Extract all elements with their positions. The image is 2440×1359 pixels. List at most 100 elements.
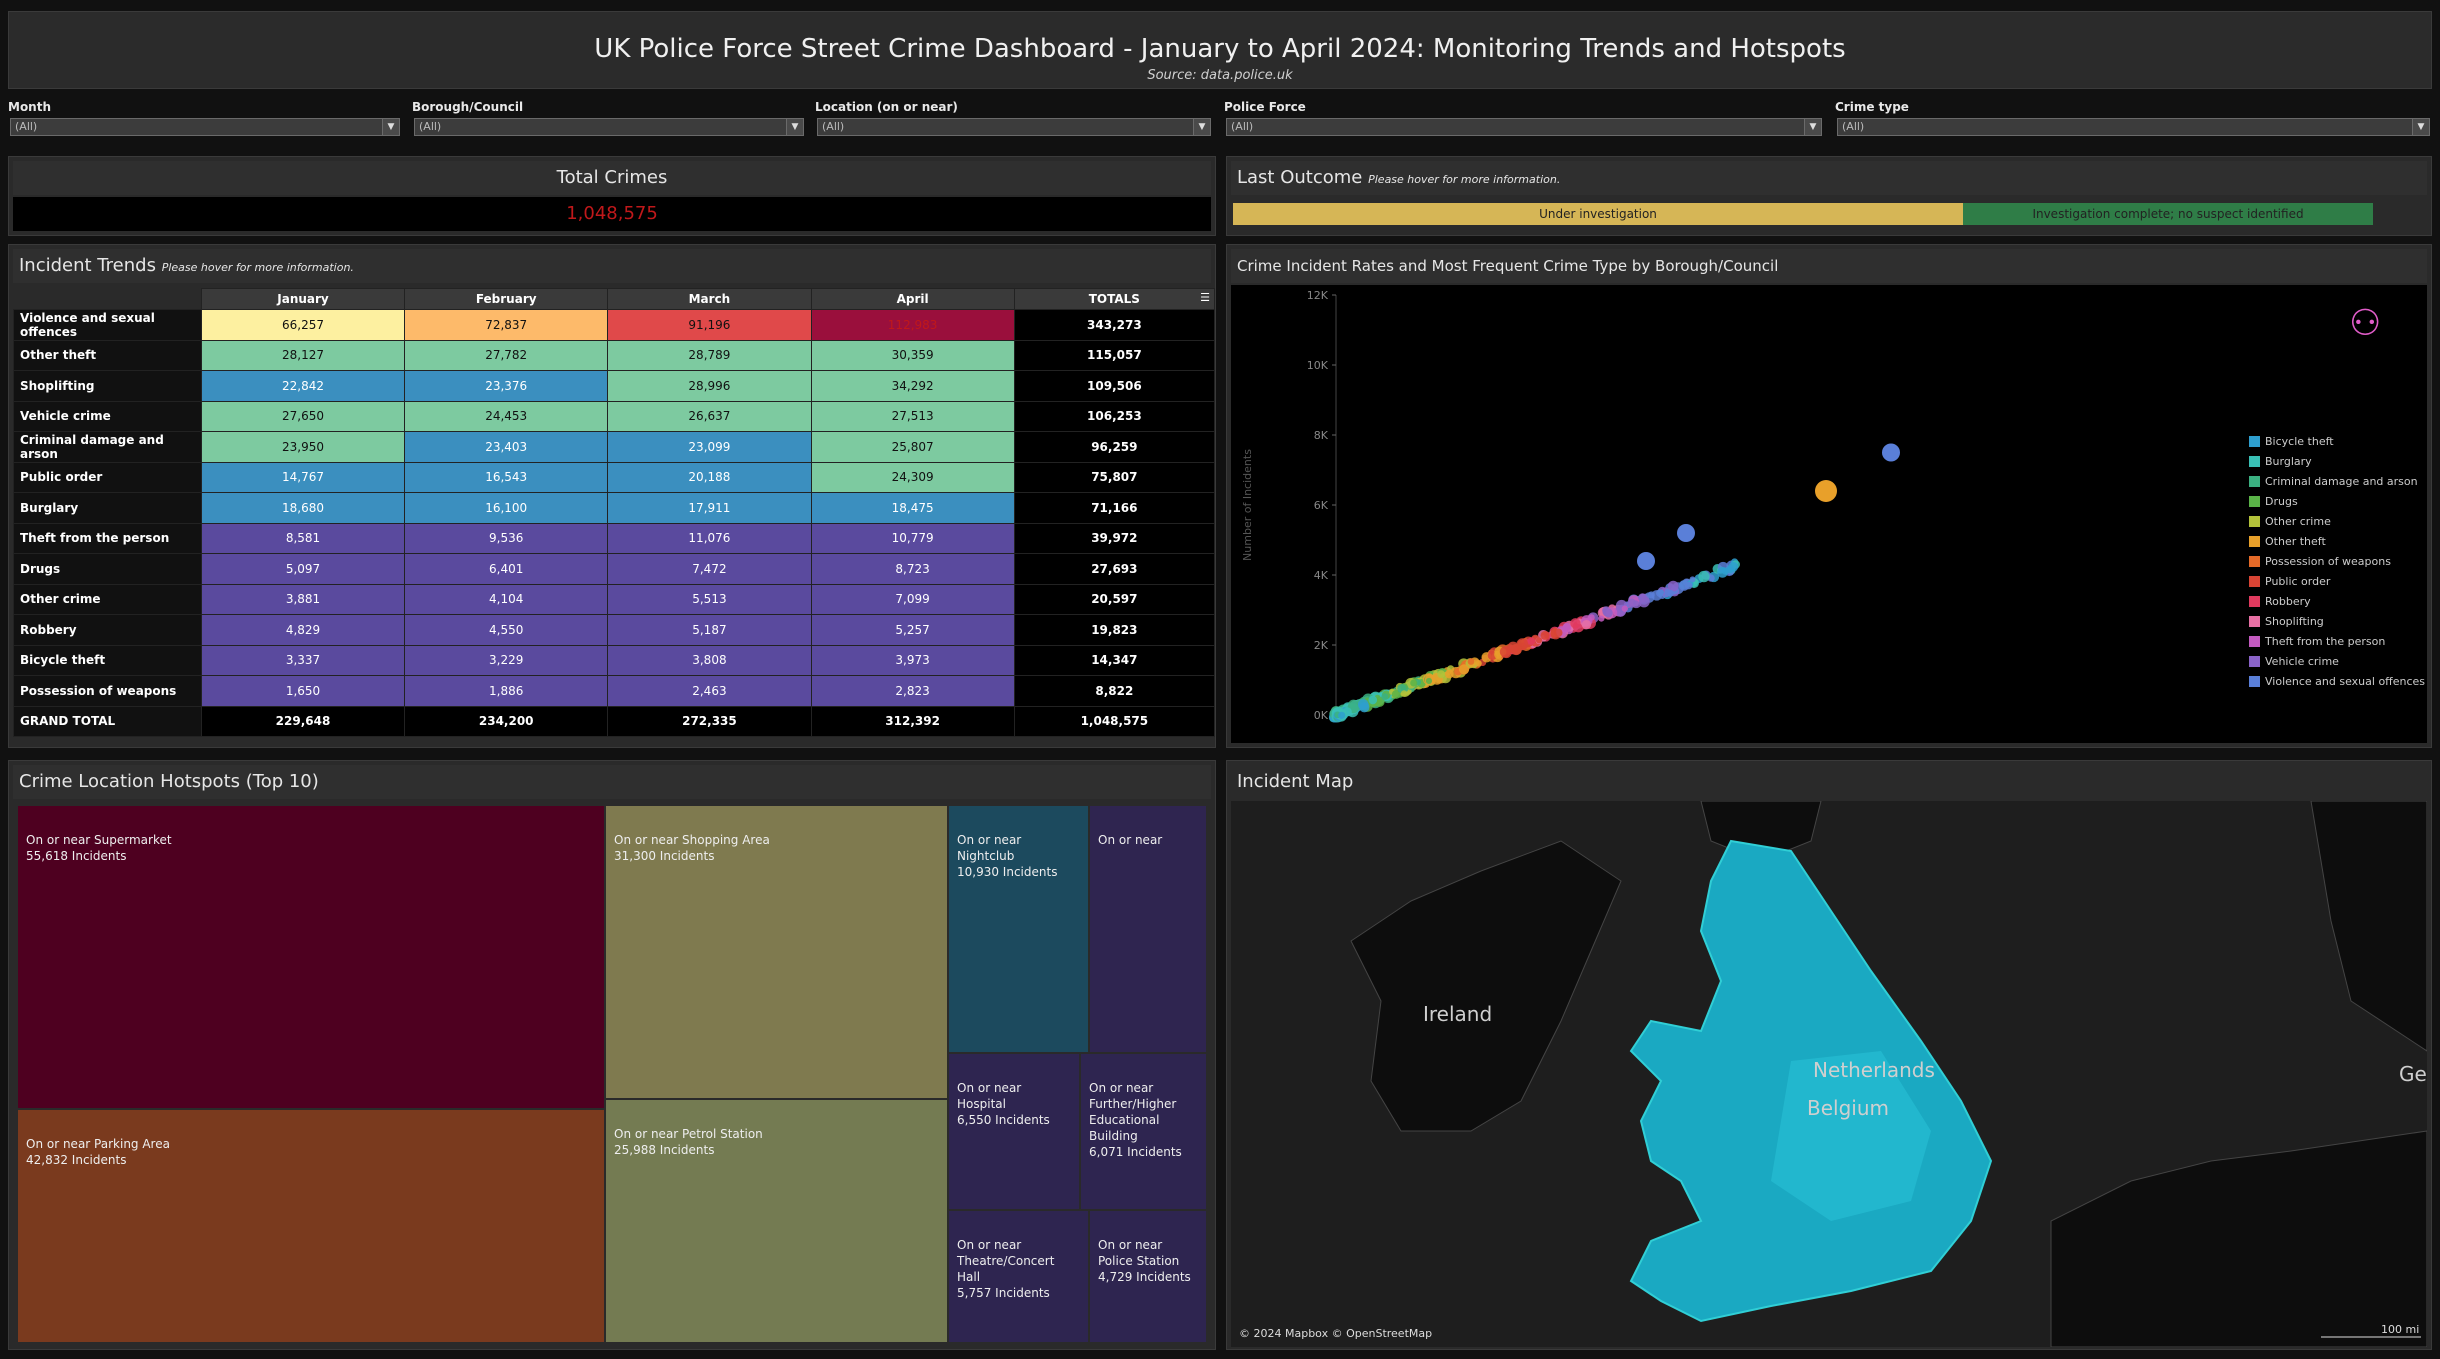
legend-swatch[interactable] bbox=[2249, 676, 2260, 687]
legend-swatch[interactable] bbox=[2249, 556, 2260, 567]
legend-item[interactable]: Vehicle crime bbox=[2265, 655, 2339, 668]
data-cell[interactable]: 4,104 bbox=[404, 583, 609, 615]
scatter-point[interactable] bbox=[1655, 589, 1664, 597]
data-cell[interactable]: 17,911 bbox=[607, 492, 812, 524]
scatter-point[interactable] bbox=[1467, 658, 1475, 665]
scatter-point[interactable] bbox=[1507, 641, 1519, 654]
data-cell[interactable]: 3,808 bbox=[607, 644, 812, 676]
legend-item[interactable]: Burglary bbox=[2265, 455, 2312, 468]
location-dropdown[interactable]: (All) ▼ bbox=[817, 118, 1211, 136]
scatter-point[interactable] bbox=[1553, 628, 1563, 638]
scatter-point[interactable] bbox=[1425, 677, 1433, 685]
legend-item[interactable]: Theft from the person bbox=[2264, 635, 2385, 648]
data-cell[interactable]: 8,581 bbox=[200, 522, 406, 554]
treemap-tile[interactable]: On or near Parking Area 42,832 Incidents bbox=[17, 1109, 605, 1343]
data-cell[interactable]: 27,650 bbox=[200, 400, 406, 432]
treemap-tile[interactable]: On or near Shopping Area 31,300 Incidents bbox=[605, 805, 948, 1099]
kpi-value[interactable]: 1,048,575 bbox=[13, 197, 1211, 231]
legend-item[interactable]: Other theft bbox=[2265, 535, 2326, 548]
treemap-tile[interactable]: On or near Police Station 4,729 Incidents bbox=[1089, 1210, 1207, 1343]
outcome-segment-complete[interactable]: Investigation complete; no suspect ident… bbox=[1963, 203, 2373, 225]
scatter-chart[interactable]: 0K 2K 4K 6K 8K 10K 12K Number of Incidents ⚇ Bicy… bbox=[1231, 285, 2427, 743]
data-cell[interactable]: 25,807 bbox=[810, 431, 1015, 463]
scatter-point[interactable] bbox=[1638, 593, 1648, 603]
scatter-point[interactable] bbox=[1667, 580, 1679, 592]
legend-swatch[interactable] bbox=[2249, 576, 2260, 587]
data-cell[interactable]: 5,097 bbox=[200, 553, 406, 585]
treemap-tile[interactable]: On or near Further/Higher Educational Bu… bbox=[1080, 1053, 1207, 1210]
col-header-april[interactable]: April bbox=[810, 288, 1015, 310]
scatter-point[interactable] bbox=[1338, 711, 1346, 719]
data-cell[interactable]: 16,100 bbox=[404, 492, 609, 524]
data-cell[interactable]: 28,789 bbox=[607, 339, 812, 371]
data-cell[interactable]: 18,680 bbox=[200, 492, 406, 524]
data-cell[interactable]: 2,463 bbox=[607, 675, 812, 707]
data-cell[interactable]: 24,453 bbox=[404, 400, 609, 432]
legend-swatch[interactable] bbox=[2249, 616, 2260, 627]
legend-item[interactable]: Shoplifting bbox=[2265, 615, 2324, 628]
chevron-down-icon[interactable]: ▼ bbox=[2412, 119, 2429, 135]
treemap-tile[interactable]: On or near Supermarket 55,618 Incidents bbox=[17, 805, 605, 1109]
legend-swatch[interactable] bbox=[2249, 496, 2260, 507]
police-force-dropdown[interactable]: (All) ▼ bbox=[1226, 118, 1822, 136]
scatter-point[interactable] bbox=[1598, 615, 1605, 622]
data-cell[interactable]: 7,472 bbox=[607, 553, 812, 585]
data-cell[interactable]: 9,536 bbox=[404, 522, 609, 554]
scatter-highlight-point[interactable] bbox=[1677, 524, 1695, 542]
data-cell[interactable]: 5,257 bbox=[810, 614, 1015, 646]
scatter-point[interactable] bbox=[1381, 693, 1389, 701]
data-cell[interactable]: 3,337 bbox=[200, 644, 406, 676]
scatter-point[interactable] bbox=[1357, 699, 1369, 710]
data-cell[interactable]: 66,257 bbox=[200, 309, 406, 341]
scatter-point[interactable] bbox=[1581, 620, 1592, 630]
scatter-highlight-point[interactable] bbox=[1637, 552, 1655, 570]
data-cell[interactable]: 10,779 bbox=[810, 522, 1015, 554]
data-cell[interactable]: 30,359 bbox=[810, 339, 1015, 371]
data-cell[interactable]: 11,076 bbox=[607, 522, 812, 554]
map-attribution[interactable]: © 2024 Mapbox © OpenStreetMap bbox=[1239, 1327, 1432, 1340]
data-cell[interactable]: 24,309 bbox=[810, 461, 1015, 493]
chevron-down-icon[interactable]: ▼ bbox=[382, 119, 399, 135]
scatter-point[interactable] bbox=[1689, 576, 1696, 583]
legend-item[interactable]: Violence and sexual offences bbox=[2265, 675, 2425, 688]
data-cell[interactable]: 23,403 bbox=[404, 431, 609, 463]
scatter-point[interactable] bbox=[1535, 637, 1543, 644]
scatter-point[interactable] bbox=[1400, 690, 1408, 697]
data-cell[interactable]: 23,099 bbox=[607, 431, 812, 463]
treemap-tile[interactable]: On or near Nightclub 10,930 Incidents bbox=[948, 805, 1089, 1053]
scatter-point[interactable] bbox=[1562, 623, 1572, 633]
data-cell[interactable]: 3,973 bbox=[810, 644, 1015, 676]
crime-type-dropdown[interactable]: (All) ▼ bbox=[1837, 118, 2430, 136]
treemap-tile[interactable]: On or near bbox=[1089, 805, 1207, 1053]
legend-swatch[interactable] bbox=[2249, 456, 2260, 467]
treemap-tile[interactable]: On or near Theatre/Concert Hall 5,757 Inc… bbox=[948, 1210, 1089, 1343]
data-cell[interactable]: 28,996 bbox=[607, 370, 812, 402]
data-cell[interactable]: 1,886 bbox=[404, 675, 609, 707]
data-cell[interactable]: 91,196 bbox=[607, 309, 812, 341]
data-cell[interactable]: 8,723 bbox=[810, 553, 1015, 585]
legend-item[interactable]: Other crime bbox=[2265, 515, 2331, 528]
scatter-point[interactable] bbox=[1540, 630, 1550, 640]
month-dropdown[interactable]: (All) ▼ bbox=[10, 118, 400, 136]
data-cell[interactable]: 26,637 bbox=[607, 400, 812, 432]
legend-swatch[interactable] bbox=[2249, 636, 2260, 647]
data-cell[interactable]: 4,829 bbox=[200, 614, 406, 646]
data-cell[interactable]: 1,650 bbox=[200, 675, 406, 707]
col-header-february[interactable]: February bbox=[404, 288, 609, 310]
legend-item[interactable]: Criminal damage and arson bbox=[2265, 475, 2418, 488]
sort-icon[interactable]: ☰ bbox=[1200, 291, 1210, 304]
legend-item[interactable]: Drugs bbox=[2265, 495, 2298, 508]
outcome-segment-under-investigation[interactable]: Under investigation bbox=[1233, 203, 1963, 225]
scatter-point[interactable] bbox=[1444, 669, 1454, 679]
scatter-point[interactable] bbox=[1721, 567, 1729, 575]
treemap-tile[interactable]: On or near Hospital 6,550 Incidents bbox=[948, 1053, 1080, 1210]
scatter-point[interactable] bbox=[1527, 637, 1536, 646]
data-cell[interactable]: 5,513 bbox=[607, 583, 812, 615]
legend-swatch[interactable] bbox=[2249, 596, 2260, 607]
data-cell[interactable]: 5,187 bbox=[607, 614, 812, 646]
data-cell[interactable]: 2,823 bbox=[810, 675, 1015, 707]
data-cell[interactable]: 27,782 bbox=[404, 339, 609, 371]
data-cell[interactable]: 3,881 bbox=[200, 583, 406, 615]
col-header-totals[interactable]: TOTALS ☰ bbox=[1013, 288, 1216, 310]
data-cell[interactable]: 27,513 bbox=[810, 400, 1015, 432]
